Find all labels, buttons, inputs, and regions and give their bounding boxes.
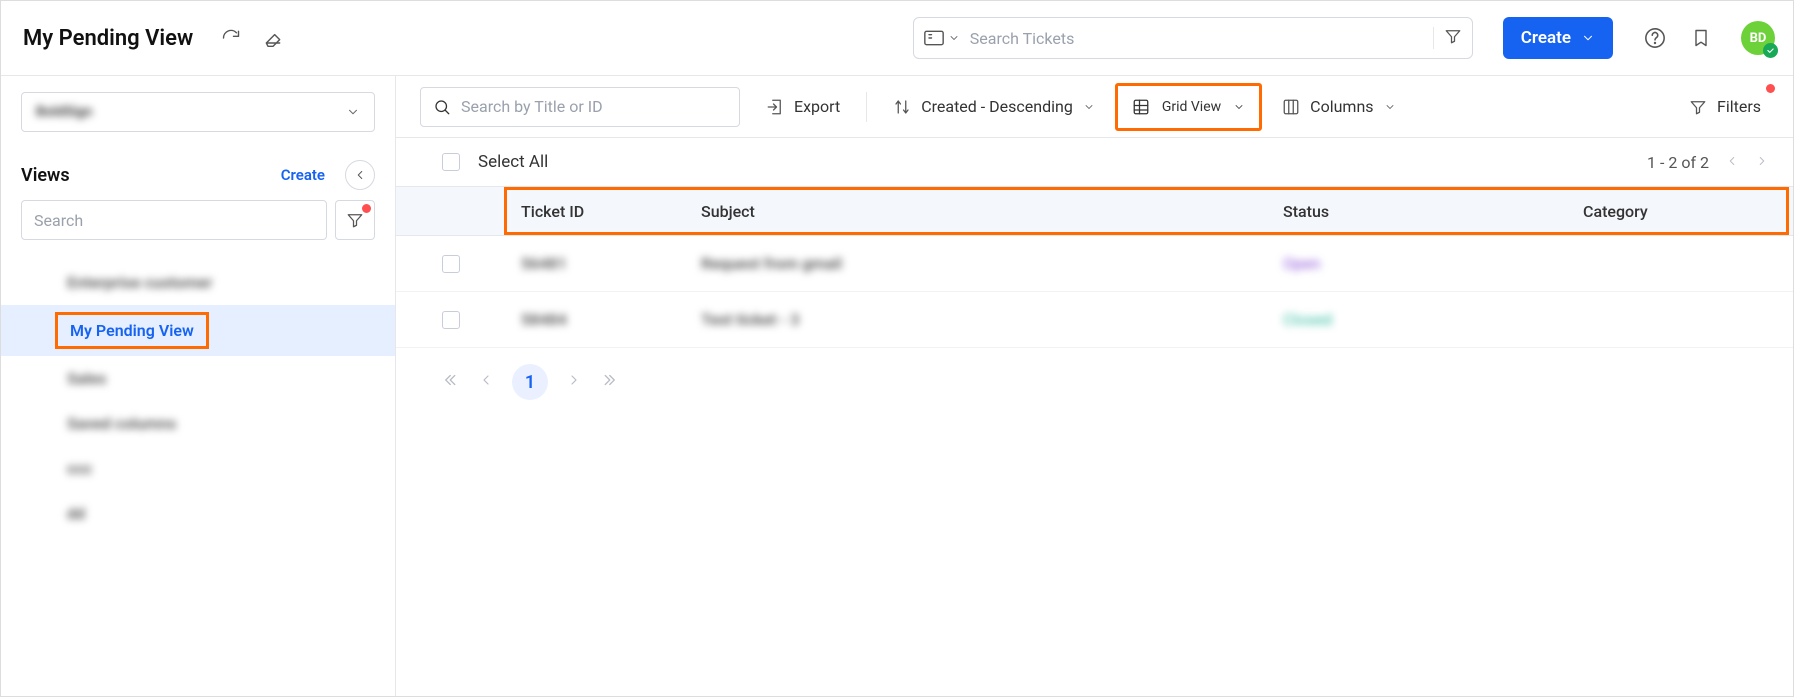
views-header: Views Create xyxy=(1,148,395,200)
toolbar-separator xyxy=(866,92,867,122)
workspace-dropdown-value: BoldSign xyxy=(36,104,92,120)
bookmark-icon[interactable] xyxy=(1687,24,1715,52)
search-title-input[interactable] xyxy=(461,97,727,116)
view-mode-label: Grid View xyxy=(1162,99,1221,115)
filters-label: Filters xyxy=(1717,97,1761,116)
body: BoldSign Views Create Enterprise custome… xyxy=(1,76,1793,696)
select-all-checkbox[interactable] xyxy=(442,153,460,171)
columns-label: Columns xyxy=(1310,97,1373,116)
view-item-label: ccc xyxy=(67,459,92,478)
view-item-label: Saved columns xyxy=(67,414,176,433)
grid-icon xyxy=(1132,98,1150,116)
export-icon xyxy=(766,98,784,116)
export-button[interactable]: Export xyxy=(758,87,848,127)
filter-active-indicator xyxy=(362,204,371,213)
view-mode-button[interactable]: Grid View xyxy=(1115,83,1262,131)
views-search-input[interactable] xyxy=(21,200,327,240)
clear-icon[interactable] xyxy=(259,24,287,52)
page-prev-icon[interactable] xyxy=(478,372,494,393)
filter-icon xyxy=(346,211,364,229)
avatar-status-check-icon xyxy=(1763,43,1778,58)
chevron-left-icon xyxy=(353,168,367,182)
cell-status: Closed xyxy=(1283,310,1332,329)
views-create-link[interactable]: Create xyxy=(281,166,325,184)
create-button[interactable]: Create xyxy=(1503,17,1613,59)
toolbar: Export Created - Descending Grid View Co… xyxy=(396,76,1793,138)
view-item[interactable]: dd xyxy=(1,491,395,536)
view-item[interactable]: Enterprise customer xyxy=(1,260,395,305)
search-title-field[interactable] xyxy=(420,87,740,127)
search-tickets-field[interactable] xyxy=(913,17,1473,59)
views-list: Enterprise customer My Pending View Sale… xyxy=(1,252,395,544)
col-header-status[interactable]: Status xyxy=(1283,202,1583,221)
range-text: 1 - 2 of 2 xyxy=(1647,153,1709,172)
top-right-icons: BD xyxy=(1641,21,1775,55)
cell-status: Open xyxy=(1283,254,1320,273)
range-prev-icon[interactable] xyxy=(1725,153,1739,172)
pagination: 1 xyxy=(396,348,1793,400)
table-header: Ticket ID Subject Status Category xyxy=(396,186,1793,236)
columns-icon xyxy=(1282,98,1300,116)
pagination-range: 1 - 2 of 2 xyxy=(1647,153,1769,172)
ticket-type-icon[interactable] xyxy=(924,30,960,46)
sort-button[interactable]: Created - Descending xyxy=(885,87,1103,127)
views-filter-button[interactable] xyxy=(335,200,375,240)
cell-subject: Test ticket - 3 xyxy=(701,310,1283,329)
page-first-icon[interactable] xyxy=(442,371,460,394)
create-button-label: Create xyxy=(1521,28,1571,48)
cell-id: 56481 xyxy=(521,254,701,273)
cell-subject: Request from gmail xyxy=(701,254,1283,273)
top-header: My Pending View Create BD xyxy=(1,1,1793,76)
chevron-down-icon xyxy=(948,32,960,44)
chevron-down-icon xyxy=(1581,31,1595,45)
table-row[interactable]: 58484 Test ticket - 3 Closed xyxy=(396,292,1793,348)
select-all-label: Select All xyxy=(478,152,548,172)
columns-button[interactable]: Columns xyxy=(1274,87,1403,127)
col-header-category[interactable]: Category xyxy=(1583,202,1793,221)
filter-icon xyxy=(1689,98,1707,116)
views-title: Views xyxy=(21,165,269,186)
col-header-id[interactable]: Ticket ID xyxy=(521,202,701,221)
range-next-icon[interactable] xyxy=(1755,153,1769,172)
filters-button[interactable]: Filters xyxy=(1681,87,1769,127)
row-checkbox[interactable] xyxy=(442,311,460,329)
page-title: My Pending View xyxy=(23,26,193,51)
sort-label: Created - Descending xyxy=(921,97,1073,116)
view-item-label: dd xyxy=(67,504,85,523)
view-item-label: Sales xyxy=(67,369,106,388)
view-item-label: My Pending View xyxy=(70,321,194,340)
search-icon xyxy=(433,98,451,116)
avatar[interactable]: BD xyxy=(1741,21,1775,55)
page-current[interactable]: 1 xyxy=(512,364,548,400)
col-header-subject[interactable]: Subject xyxy=(701,202,1283,221)
search-tickets-input[interactable] xyxy=(970,29,1423,48)
chevron-down-icon xyxy=(1083,101,1095,113)
search-filter-icon[interactable] xyxy=(1433,27,1462,49)
chevron-down-icon xyxy=(1233,101,1245,113)
cell-id: 58484 xyxy=(521,310,701,329)
content: Export Created - Descending Grid View Co… xyxy=(396,76,1793,696)
workspace-dropdown[interactable]: BoldSign xyxy=(21,92,375,132)
filters-active-indicator xyxy=(1766,84,1775,93)
sidebar: BoldSign Views Create Enterprise custome… xyxy=(1,76,396,696)
view-item-active[interactable]: My Pending View xyxy=(1,305,395,356)
page-last-icon[interactable] xyxy=(600,371,618,394)
sort-icon xyxy=(893,98,911,116)
export-label: Export xyxy=(794,97,840,116)
help-icon[interactable] xyxy=(1641,24,1669,52)
table-row[interactable]: 56481 Request from gmail Open xyxy=(396,236,1793,292)
chevron-down-icon xyxy=(346,105,360,119)
chevron-down-icon xyxy=(1384,101,1396,113)
view-item[interactable]: ccc xyxy=(1,446,395,491)
view-item[interactable]: Sales xyxy=(1,356,395,401)
view-item-label: Enterprise customer xyxy=(67,273,212,292)
page-next-icon[interactable] xyxy=(566,372,582,393)
refresh-icon[interactable] xyxy=(217,24,245,52)
row-checkbox[interactable] xyxy=(442,255,460,273)
avatar-initials: BD xyxy=(1750,31,1767,46)
collapse-sidebar-button[interactable] xyxy=(345,160,375,190)
select-all-row: Select All 1 - 2 of 2 xyxy=(396,138,1793,186)
view-item[interactable]: Saved columns xyxy=(1,401,395,446)
